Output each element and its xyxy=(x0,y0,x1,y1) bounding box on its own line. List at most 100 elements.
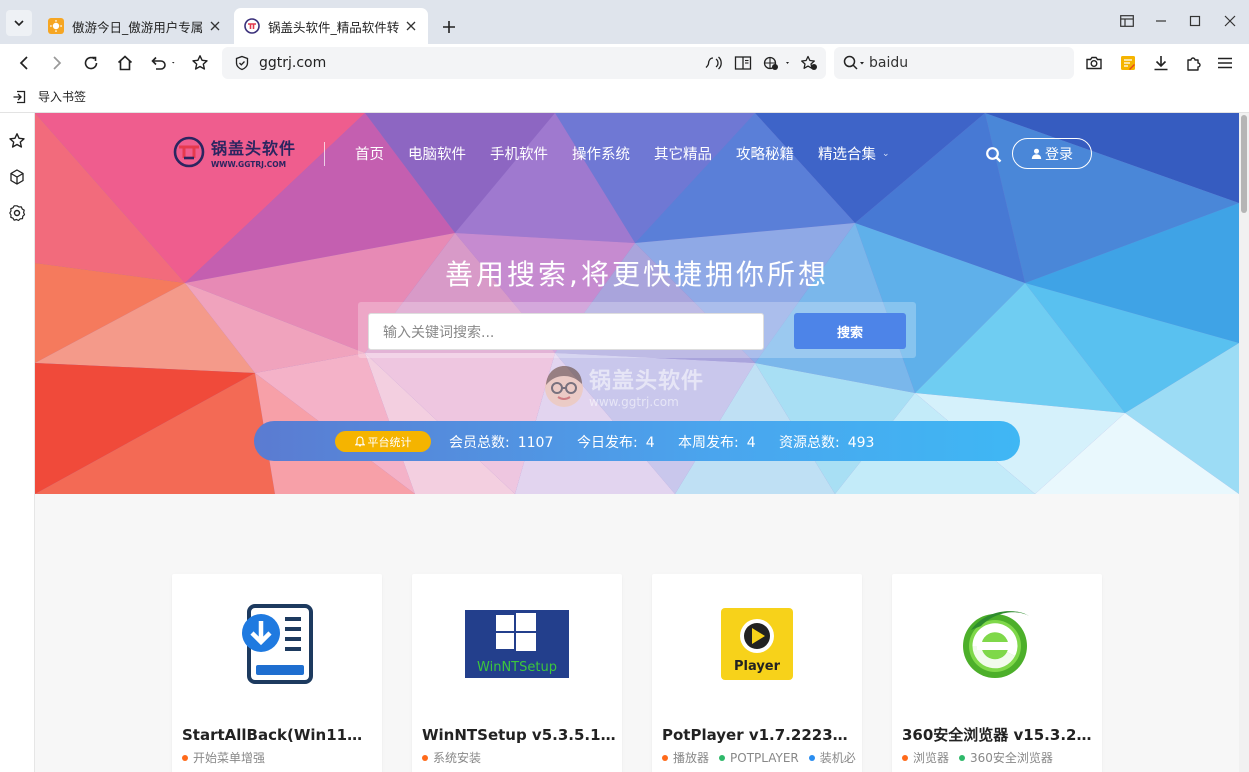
back-button[interactable] xyxy=(10,49,38,77)
card-thumbnail: WinNTSetup xyxy=(412,574,622,714)
nav-item-guides[interactable]: 攻略秘籍 xyxy=(736,143,794,164)
mascot-icon xyxy=(545,366,583,407)
home-icon xyxy=(117,55,133,71)
nav-item-os[interactable]: 操作系统 xyxy=(572,143,630,164)
hamburger-menu-icon xyxy=(1218,57,1232,69)
page-scrollbar[interactable] xyxy=(1239,113,1249,772)
watermark-domain: www.ggtrj.com xyxy=(589,395,679,409)
cube-icon xyxy=(10,169,24,185)
notes-button[interactable] xyxy=(1114,49,1142,77)
stat-members: 会员总数: 1107 xyxy=(449,435,554,451)
tab-maxthon-today[interactable]: 傲游今日_傲游用户专属 xyxy=(38,8,232,44)
stat-today: 今日发布: 4 xyxy=(577,435,655,451)
star-icon xyxy=(192,55,208,70)
star-icon xyxy=(9,133,25,148)
card-tags: 浏览器 360安全浏览器 xyxy=(902,749,1096,766)
software-card[interactable]: StartAllBack(Win11增强... 开始菜单增强 xyxy=(172,574,382,772)
tag[interactable]: 开始菜单增强 xyxy=(182,749,265,766)
software-card[interactable]: WinNTSetup WinNTSetup v5.3.5.1 系... 系统安装 xyxy=(412,574,622,772)
search-icon[interactable] xyxy=(985,146,1003,164)
platform-stats-bar: 平台统计 会员总数: 1107 今日发布: 4 本周发布: 4 资源总数: 493 xyxy=(254,421,1020,461)
hero-banner: 锅盖头软件 WWW.GGTRJ.COM 首页 电脑软件 手机软件 操作系统 其它… xyxy=(35,113,1239,494)
search-input[interactable]: 输入关键词搜索... xyxy=(368,313,764,350)
screenshot-button[interactable] xyxy=(1080,49,1108,77)
close-tab-icon[interactable] xyxy=(208,19,222,33)
startallback-icon xyxy=(242,604,313,684)
plus-icon xyxy=(443,21,455,33)
stat-resources: 资源总数: 493 xyxy=(779,435,875,451)
card-title[interactable]: 360安全浏览器 v15.3.20... xyxy=(902,724,1096,745)
login-button[interactable]: 登录 xyxy=(1012,138,1092,169)
tag[interactable]: 浏览器 xyxy=(902,749,949,766)
tag[interactable]: 系统安装 xyxy=(422,749,481,766)
software-card[interactable]: 360安全浏览器 v15.3.20... 浏览器 360安全浏览器 xyxy=(892,574,1102,772)
downloads-button[interactable] xyxy=(1147,49,1175,77)
close-window-button[interactable] xyxy=(1213,8,1247,34)
search-engine-name: baidu xyxy=(869,55,909,71)
site-logo[interactable]: 锅盖头软件 WWW.GGTRJ.COM xyxy=(173,135,296,169)
note-icon xyxy=(1121,56,1135,70)
side-apps-button[interactable] xyxy=(5,165,29,189)
stat-this-week: 本周发布: 4 xyxy=(678,435,756,451)
layout-icon xyxy=(1120,15,1134,27)
import-bookmarks-button[interactable]: 导入书签 xyxy=(12,88,86,105)
puzzle-icon xyxy=(1187,57,1201,71)
tab-title: 锅盖头软件_精品软件转 xyxy=(268,19,400,35)
side-favorites-button[interactable] xyxy=(5,129,29,153)
new-tab-button[interactable] xyxy=(436,14,462,40)
tag[interactable]: 播放器 xyxy=(662,749,709,766)
maximize-button[interactable] xyxy=(1178,8,1212,34)
undo-close-button[interactable] xyxy=(144,49,180,77)
search-engine-box[interactable]: baidu xyxy=(834,47,1074,79)
url-text: ggtrj.com xyxy=(259,55,327,71)
sidebar-toggle-button[interactable] xyxy=(1110,8,1144,34)
software-card[interactable]: Player PotPlayer v1.7.22233去... 播放器 POTP… xyxy=(652,574,862,772)
tag[interactable]: 360安全浏览器 xyxy=(959,749,1053,766)
card-thumbnail xyxy=(892,574,1102,714)
close-tab-icon[interactable] xyxy=(404,19,418,33)
tab-ggtrj[interactable]: 锅盖头软件_精品软件转 xyxy=(234,8,428,44)
tag[interactable]: 装机必 xyxy=(808,749,856,766)
address-bar[interactable]: ggtrj.com xyxy=(222,47,826,79)
card-title[interactable]: StartAllBack(Win11增强... xyxy=(182,724,376,745)
reload-button[interactable] xyxy=(77,49,105,77)
tag[interactable]: POTPLAYER xyxy=(719,749,799,766)
stats-badge: 平台统计 xyxy=(335,431,431,452)
home-button[interactable] xyxy=(111,49,139,77)
sun-icon xyxy=(48,18,64,34)
user-icon xyxy=(1031,148,1042,159)
title-bar: 傲游今日_傲游用户专属 锅盖头软件_精品软件转 xyxy=(0,0,1249,44)
nav-item-mobile-software[interactable]: 手机软件 xyxy=(490,143,548,164)
extensions-button[interactable] xyxy=(1180,49,1208,77)
card-title[interactable]: WinNTSetup v5.3.5.1 系... xyxy=(422,724,616,745)
favorites-icon[interactable] xyxy=(800,55,818,71)
nav-item-other[interactable]: 其它精品 xyxy=(654,143,712,164)
ad-block-icon[interactable] xyxy=(762,55,792,71)
forward-button[interactable] xyxy=(43,49,71,77)
card-title[interactable]: PotPlayer v1.7.22233去... xyxy=(662,724,856,745)
header-divider xyxy=(324,142,325,166)
chevron-down-icon xyxy=(14,20,24,27)
side-settings-button[interactable] xyxy=(5,201,29,225)
nav-item-home[interactable]: 首页 xyxy=(355,143,384,164)
nav-item-pc-software[interactable]: 电脑软件 xyxy=(408,143,466,164)
reader-mode-icon[interactable] xyxy=(734,55,752,71)
undo-icon xyxy=(151,56,175,70)
potplayer-icon-text: Player xyxy=(734,659,781,674)
download-icon xyxy=(1154,56,1168,71)
minimize-button[interactable] xyxy=(1144,8,1178,34)
arrow-right-icon xyxy=(53,56,62,70)
shield-icon xyxy=(235,55,249,71)
import-icon xyxy=(13,90,26,103)
site-favicon-icon xyxy=(244,18,260,34)
navigation-toolbar: ggtrj.com baidu xyxy=(0,44,1249,82)
search-button[interactable]: 搜索 xyxy=(794,313,906,349)
reload-icon xyxy=(84,56,98,70)
main-menu-button[interactable] xyxy=(1211,49,1239,77)
watermark: 锅盖头软件 www.ggtrj.com xyxy=(543,363,704,409)
read-aloud-icon[interactable] xyxy=(704,55,722,71)
bookmark-star-button[interactable] xyxy=(186,49,214,77)
scrollbar-thumb[interactable] xyxy=(1241,115,1247,213)
tab-list-button[interactable] xyxy=(6,10,32,36)
nav-item-collections[interactable]: 精选合集 ⌄ xyxy=(818,143,890,164)
